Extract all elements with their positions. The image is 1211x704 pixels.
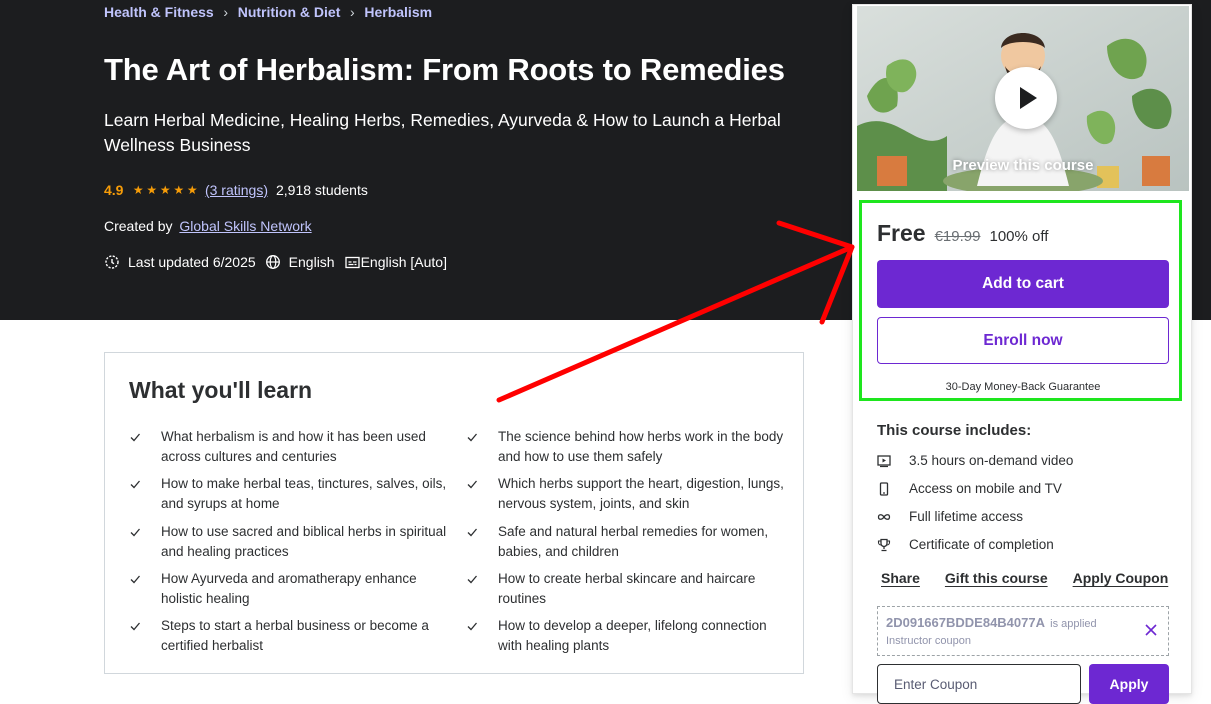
last-updated: Last updated 6/2025: [104, 254, 256, 270]
learn-item-text: How to create herbal skincare and hairca…: [498, 571, 756, 606]
star-icon: ★: [159, 183, 171, 197]
course-subtitle: Learn Herbal Medicine, Healing Herbs, Re…: [104, 110, 781, 155]
video-icon: [877, 454, 891, 467]
star-icon: ★: [132, 183, 144, 197]
check-icon: [466, 522, 498, 561]
check-icon: [466, 474, 498, 513]
trophy-icon: [877, 538, 891, 551]
created-by: Created by Global Skills Network: [104, 218, 312, 234]
captions-icon: [344, 256, 360, 268]
includes-item-text: 3.5 hours on-demand video: [909, 453, 1074, 468]
breadcrumb-item-nutrition-diet[interactable]: Nutrition & Diet: [238, 4, 341, 20]
student-count: 2,918 students: [276, 182, 368, 198]
course-language: English: [265, 254, 335, 270]
last-updated-text: Last updated 6/2025: [128, 254, 256, 270]
star-icon: ★: [173, 183, 185, 197]
learn-item-text: Which herbs support the heart, digestion…: [498, 476, 784, 511]
play-button[interactable]: [995, 67, 1057, 129]
coupon-applied-text: is applied: [1050, 618, 1097, 630]
learn-item: Safe and natural herbal remedies for wom…: [466, 522, 784, 561]
chevron-right-icon: ›: [350, 4, 355, 20]
learn-item: How to make herbal teas, tinctures, salv…: [129, 474, 447, 513]
learn-item-text: How to use sacred and biblical herbs in …: [161, 524, 447, 559]
includes-title: This course includes:: [877, 422, 1032, 439]
includes-item-text: Certificate of completion: [909, 537, 1054, 552]
mobile-icon: [879, 481, 889, 496]
learn-item-text: The science behind how herbs work in the…: [498, 429, 784, 464]
star-icon: ★: [146, 183, 158, 197]
breadcrumb: Health & Fitness › Nutrition & Diet › He…: [104, 4, 432, 20]
learn-item-text: How to develop a deeper, lifelong connec…: [498, 618, 767, 653]
globe-icon: [265, 255, 280, 269]
includes-item-certificate: Certificate of completion: [877, 537, 1054, 552]
created-by-label: Created by: [104, 218, 173, 234]
rating-value: 4.9: [104, 182, 124, 198]
coupon-input[interactable]: [877, 664, 1081, 704]
breadcrumb-item-health-fitness[interactable]: Health & Fitness: [104, 4, 214, 20]
course-title: The Art of Herbalism: From Roots to Reme…: [104, 52, 785, 87]
rating-row: 4.9 ★ ★ ★ ★ ★ (3 ratings) 2,918 students: [104, 182, 368, 198]
gift-course-link[interactable]: Gift this course: [945, 570, 1048, 586]
breadcrumb-item-herbalism[interactable]: Herbalism: [364, 4, 432, 20]
check-icon: [466, 616, 498, 655]
applied-coupon: 2D091667BDDE84B4077A is applied Instruct…: [877, 606, 1169, 656]
learn-item-text: How Ayurveda and aromatherapy enhance ho…: [161, 571, 417, 606]
check-icon: [129, 569, 161, 608]
check-icon: [129, 522, 161, 561]
check-icon: [129, 427, 161, 466]
instructor-link[interactable]: Global Skills Network: [179, 218, 311, 234]
includes-item-lifetime: Full lifetime access: [877, 509, 1023, 524]
includes-item-text: Access on mobile and TV: [909, 481, 1062, 496]
share-link[interactable]: Share: [881, 570, 920, 586]
infinity-icon: [877, 513, 891, 520]
coupon-code-line: 2D091667BDDE84B4077A is applied: [886, 615, 1097, 630]
check-icon: [129, 474, 161, 513]
learn-item-text: Steps to start a herbal business or beco…: [161, 618, 429, 653]
learn-item: The science behind how herbs work in the…: [466, 427, 784, 466]
includes-item-mobile: Access on mobile and TV: [877, 481, 1062, 496]
language-text: English: [288, 254, 335, 270]
learn-item: Steps to start a herbal business or beco…: [129, 616, 447, 655]
course-preview[interactable]: Preview this course: [857, 6, 1189, 191]
coupon-type: Instructor coupon: [886, 635, 971, 647]
captions-text: English [Auto]: [360, 254, 447, 270]
learn-item-text: How to make herbal teas, tinctures, salv…: [161, 476, 447, 511]
sidebar-links: Share Gift this course Apply Coupon: [881, 570, 1168, 586]
ratings-link[interactable]: (3 ratings): [205, 182, 268, 198]
close-icon[interactable]: [1144, 623, 1158, 637]
preview-label: Preview this course: [952, 157, 1094, 174]
apply-coupon-button[interactable]: Apply: [1089, 664, 1169, 704]
includes-item-text: Full lifetime access: [909, 509, 1024, 524]
learn-item: How to develop a deeper, lifelong connec…: [466, 616, 784, 655]
chevron-right-icon: ›: [223, 4, 229, 20]
learn-item: How to use sacred and biblical herbs in …: [129, 522, 447, 561]
star-rating: ★ ★ ★ ★ ★: [131, 182, 199, 198]
play-icon: [1020, 87, 1037, 109]
course-captions: English [Auto]: [344, 254, 447, 270]
learn-title: What you'll learn: [129, 377, 313, 403]
includes-item-video: 3.5 hours on-demand video: [877, 453, 1073, 468]
learn-item: What herbalism is and how it has been us…: [129, 427, 447, 466]
star-icon: ★: [186, 183, 198, 197]
apply-coupon-link[interactable]: Apply Coupon: [1073, 570, 1169, 586]
coupon-code: 2D091667BDDE84B4077A: [886, 615, 1045, 630]
check-icon: [466, 427, 498, 466]
check-icon: [129, 616, 161, 655]
learn-item: How to create herbal skincare and hairca…: [466, 569, 784, 608]
learn-item-text: What herbalism is and how it has been us…: [161, 429, 426, 464]
alert-badge-icon: [105, 255, 119, 269]
learn-item: Which herbs support the heart, digestion…: [466, 474, 784, 513]
learn-item-text: Safe and natural herbal remedies for wom…: [498, 524, 769, 559]
course-meta: Last updated 6/2025 English English [Aut…: [104, 254, 447, 270]
what-youll-learn-box: What you'll learn What herbalism is and …: [104, 352, 804, 674]
learn-item: How Ayurveda and aromatherapy enhance ho…: [129, 569, 447, 608]
check-icon: [466, 569, 498, 608]
highlight-box-annotation: [859, 200, 1182, 401]
